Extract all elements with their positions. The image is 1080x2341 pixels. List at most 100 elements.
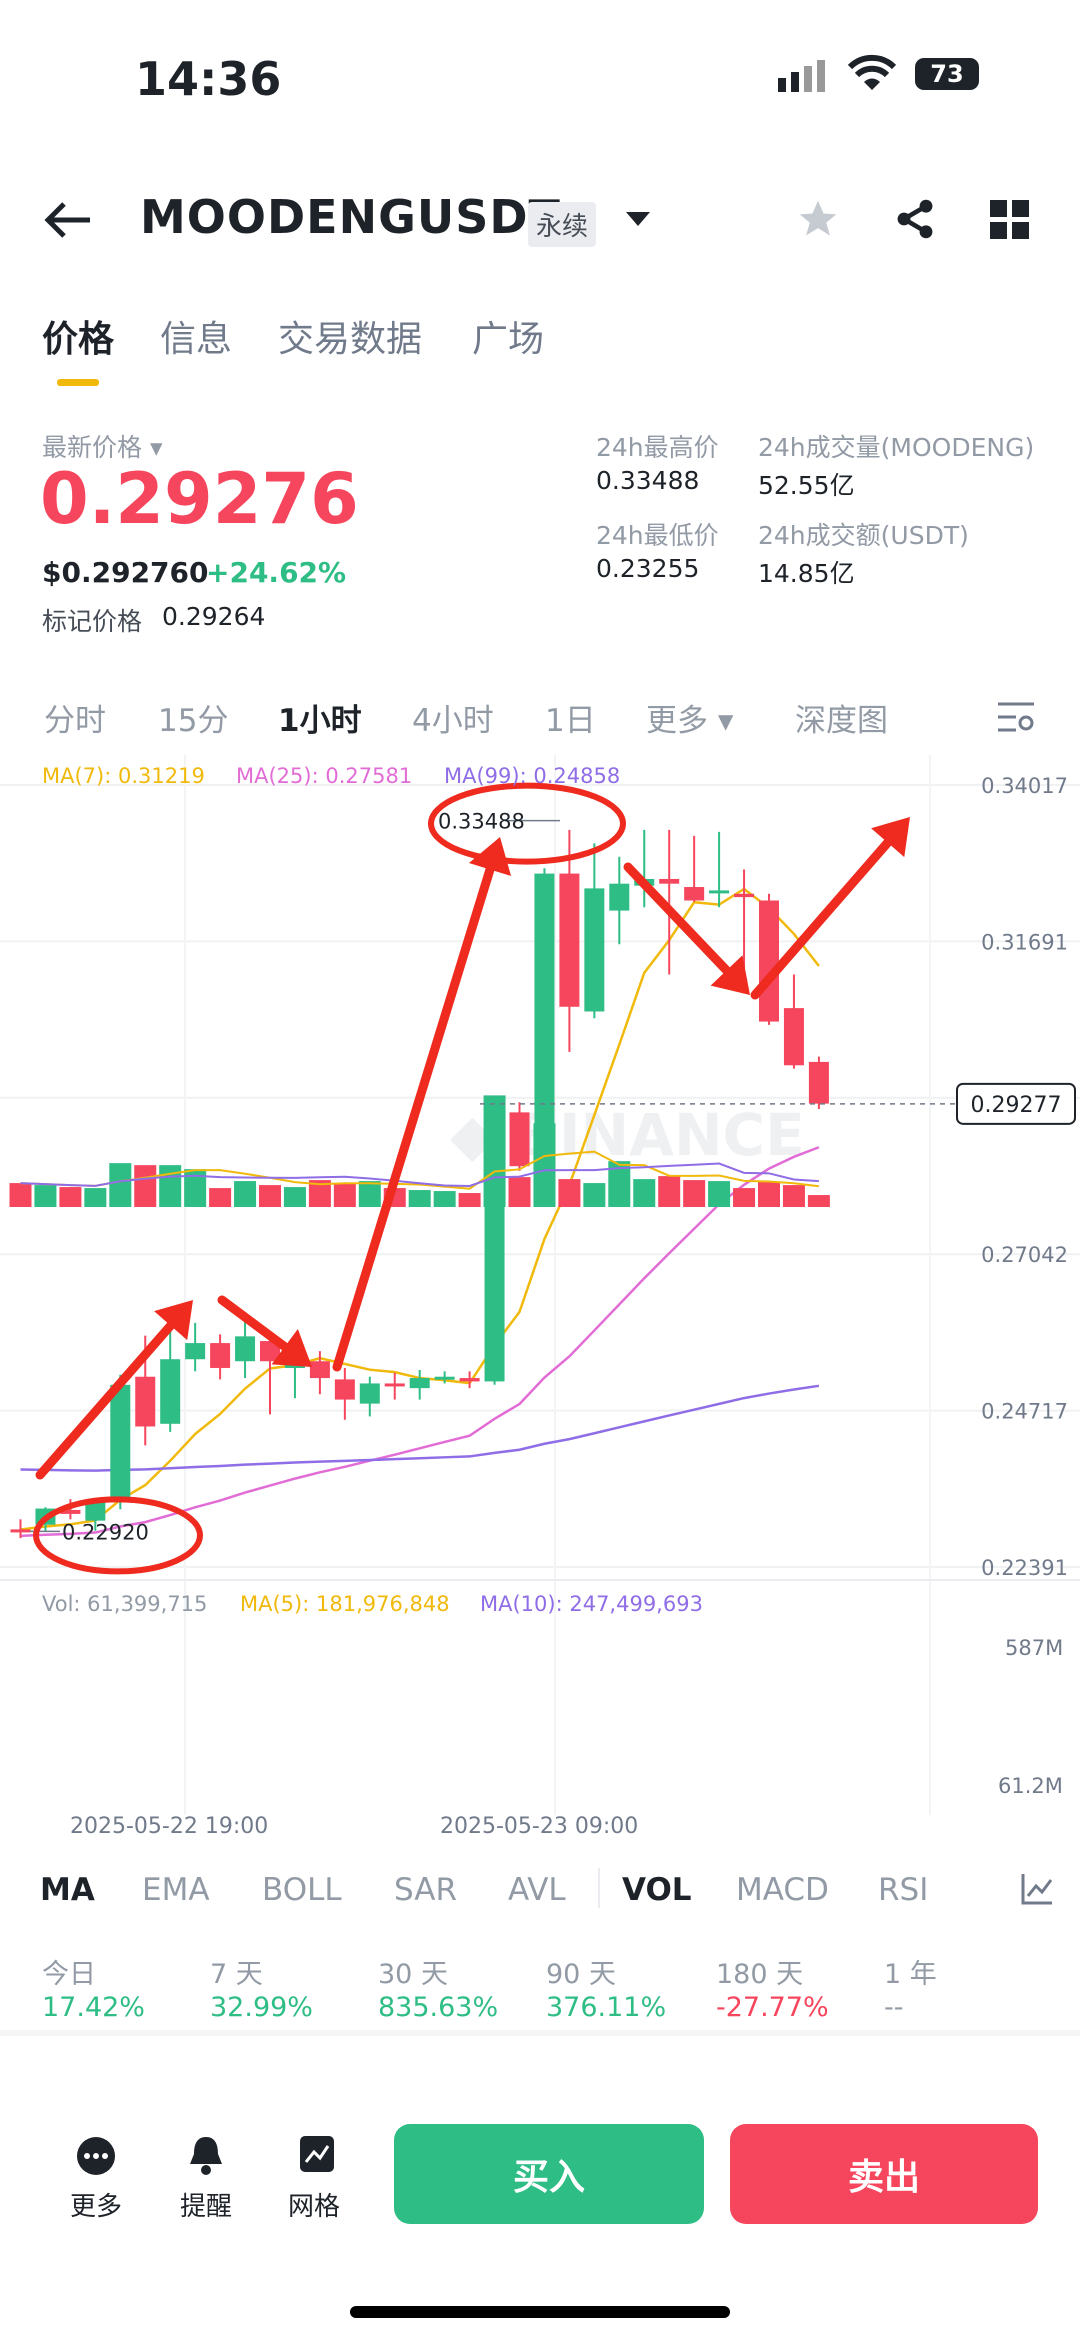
candle-body	[409, 1378, 430, 1389]
chevron-down-icon[interactable]	[626, 212, 650, 232]
tab-info[interactable]: 信息	[160, 310, 232, 362]
depth-chart-tab[interactable]: 深度图	[795, 695, 888, 740]
candle-body	[584, 888, 605, 1012]
indicator-sar[interactable]: SAR	[394, 1872, 457, 1908]
volume-bar	[508, 1177, 531, 1207]
buy-button[interactable]: 买入	[394, 2124, 704, 2224]
volume-bar	[708, 1181, 731, 1207]
indicator-vol[interactable]: VOL	[622, 1872, 692, 1908]
volume-bar	[758, 1182, 780, 1207]
section-divider	[0, 2030, 1080, 2036]
performance-period-value: 17.42%	[42, 1992, 145, 2023]
candle-body	[309, 1361, 330, 1379]
volume-bar	[433, 1191, 456, 1207]
vol-base-value: 52.55亿	[758, 471, 855, 500]
volume-bar	[234, 1181, 257, 1207]
volume-legend: Vol: 61,399,715	[42, 1592, 208, 1616]
indicator-ema[interactable]: EMA	[142, 1872, 210, 1908]
candle-body	[559, 873, 580, 1007]
candle-body	[734, 893, 755, 898]
back-arrow-icon[interactable]	[44, 200, 92, 244]
more-label[interactable]: 更多	[70, 2186, 122, 2223]
volume-bar	[159, 1165, 182, 1207]
current-price-label: 0.29277	[971, 1093, 1062, 1118]
volume-bar	[782, 1185, 805, 1207]
bell-icon[interactable]	[186, 2134, 226, 2180]
perpetual-badge: 永续	[528, 202, 597, 247]
symbol-title[interactable]: MOODENGUSDT	[140, 190, 561, 244]
performance-period-label: 7 天	[210, 1959, 263, 1990]
share-icon[interactable]	[893, 197, 937, 245]
more-icon[interactable]	[76, 2136, 116, 2180]
volume-bar	[259, 1185, 281, 1207]
performance-period-value: --	[884, 1992, 904, 2023]
ma25-legend: MA(25): 0.27581	[236, 764, 413, 788]
volume-bar	[333, 1183, 356, 1207]
indicator-divider	[598, 1868, 600, 1908]
volume-bar	[733, 1188, 756, 1207]
indicator-ma[interactable]: MA	[40, 1872, 95, 1908]
volume-bar	[134, 1165, 157, 1207]
timeframe-more[interactable]: 更多 ▾	[646, 695, 733, 740]
ma99-legend: MA(99): 0.24858	[444, 764, 621, 788]
indicator-boll[interactable]: BOLL	[262, 1872, 342, 1908]
high-label: 24h最高价	[596, 433, 719, 462]
grid-trading-icon[interactable]	[298, 2134, 336, 2178]
candlestick-chart[interactable]: ◆ BINANCE 0.340170.316910.293660.270420.…	[0, 755, 1080, 1850]
low-label: 24h最低价	[596, 521, 719, 550]
volume-bar	[59, 1187, 82, 1207]
vol-quote-value: 14.85亿	[758, 559, 855, 588]
candle-body	[160, 1359, 181, 1424]
timeframe-1d[interactable]: 1日	[545, 695, 596, 740]
timeframe-time[interactable]: 分时	[44, 695, 106, 740]
volume-bar	[558, 1179, 581, 1207]
high-marker-label: 0.33488	[438, 810, 525, 834]
alert-label[interactable]: 提醒	[180, 2186, 232, 2223]
candle-body	[759, 900, 779, 1022]
status-time: 14:36	[135, 52, 282, 106]
volume-ma5-legend: MA(5): 181,976,848	[240, 1592, 450, 1616]
sell-button[interactable]: 卖出	[730, 2124, 1038, 2224]
chart-settings-icon[interactable]	[996, 700, 1036, 738]
ma-lines	[20, 887, 820, 1538]
timeframe-4h[interactable]: 4小时	[412, 695, 494, 740]
tab-trading-data[interactable]: 交易数据	[278, 310, 422, 362]
candle-body	[459, 1378, 480, 1382]
price-axis-label: 0.24717	[981, 1400, 1068, 1424]
candle-body	[185, 1343, 206, 1360]
chart-indicator-settings-icon[interactable]	[1020, 1872, 1054, 1910]
candle-body	[783, 1008, 804, 1066]
mark-price-label: 标记价格	[42, 607, 143, 636]
indicator-macd[interactable]: MACD	[736, 1872, 829, 1908]
indicator-avl[interactable]: AVL	[508, 1872, 566, 1908]
volume-ma10-legend: MA(10): 247,499,693	[480, 1592, 703, 1616]
favorite-star-icon[interactable]	[796, 197, 840, 245]
mark-price: 0.29264	[162, 602, 266, 631]
performance-period-value: 376.11%	[546, 1992, 667, 2023]
timeframe-1h[interactable]: 1小时	[278, 695, 362, 740]
price-axis-label: 0.27042	[981, 1243, 1068, 1267]
candle-body	[684, 887, 705, 901]
grid-menu-icon[interactable]	[990, 200, 1030, 244]
candle-body	[384, 1383, 405, 1387]
low-value: 0.23255	[596, 554, 700, 583]
volume-bar	[358, 1181, 381, 1207]
volume-bar	[583, 1183, 606, 1207]
grid-label[interactable]: 网格	[288, 2186, 340, 2223]
volume-bar	[683, 1180, 706, 1207]
volume-bar	[84, 1188, 107, 1207]
volume-bar	[34, 1185, 57, 1207]
performance-period-label: 今日	[42, 1959, 96, 1990]
vol-quote-label: 24h成交额(USDT)	[758, 521, 969, 550]
battery-level: 73	[930, 60, 964, 88]
ma7-line	[20, 887, 820, 1531]
indicator-rsi[interactable]: RSI	[878, 1872, 928, 1908]
annotation-arrow-down	[623, 862, 750, 995]
candle-body	[434, 1376, 455, 1380]
tab-price[interactable]: 价格	[42, 310, 114, 362]
timeframe-15m[interactable]: 15分	[158, 695, 228, 740]
usd-price: $0.292760	[42, 556, 209, 589]
candle-body	[609, 883, 630, 911]
tab-square[interactable]: 广场	[472, 310, 544, 362]
performance-period-value: 835.63%	[378, 1992, 499, 2023]
